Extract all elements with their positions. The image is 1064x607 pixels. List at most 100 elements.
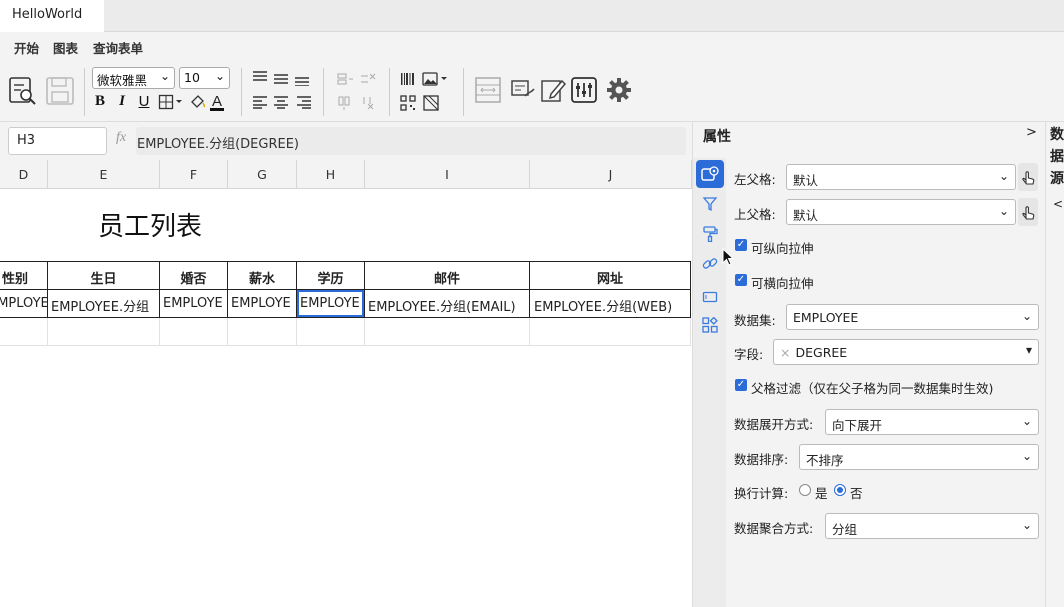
save-icon[interactable] [45,75,75,107]
column-header-i[interactable]: I [365,160,530,189]
tab-helloworld[interactable]: HelloWorld [0,0,104,32]
delete-row-icon[interactable] [359,71,377,87]
image-icon[interactable] [422,71,450,87]
header-cell-gender[interactable]: 性别 [0,262,47,287]
left-parent-label: 左父格: [734,172,776,187]
align-left-icon[interactable] [252,95,268,109]
gear-icon[interactable] [604,75,634,105]
data-cell-birthday[interactable]: EMPLOYEE.分组 [48,290,159,315]
horizontal-stretch-checkbox[interactable]: ✓ [735,274,747,286]
column-header-h[interactable]: H [297,160,365,189]
preview-icon[interactable] [8,75,38,107]
edit-icon[interactable] [538,75,568,105]
spreadsheet-grid[interactable]: D E F G H I J 员工列表 性别 生日 婚否 薪水 学历 邮件 网址 … [0,160,692,607]
sort-label: 数据排序: [734,452,789,467]
font-size-select[interactable]: 10 ⌄ [179,67,230,89]
align-middle-icon[interactable] [273,71,289,85]
line-calc-no-radio[interactable] [834,484,846,496]
header-cell-degree[interactable]: 学历 [297,262,364,287]
left-parent-select[interactable]: 默认 ⌄ [786,164,1016,190]
header-cell-email[interactable]: 邮件 [365,262,529,287]
link-icon[interactable] [696,250,724,278]
vertical-stretch-label: 可纵向拉伸 [751,241,814,256]
menu-bar: 开始 图表 查询表单 [0,32,1064,63]
expand-mode-label: 数据展开方式: [734,417,814,432]
cell-reference-input[interactable]: H3 [8,127,107,155]
align-top-icon[interactable] [252,69,268,83]
align-right-icon[interactable] [296,95,312,109]
sort-select[interactable]: 不排序 ⌄ [799,444,1039,470]
header-cell-married[interactable]: 婚否 [160,262,227,287]
aggregate-select[interactable]: 分组 ⌄ [825,513,1039,539]
column-header-g[interactable]: G [228,160,297,189]
expand-icon[interactable] [696,311,724,339]
menu-chart[interactable]: 图表 [53,38,78,57]
menu-query-form[interactable]: 查询表单 [93,38,143,57]
sign-icon[interactable] [508,75,538,105]
datasource-title[interactable]: 数据源 [1050,124,1064,190]
collapse-panel-button[interactable]: > [1026,125,1037,140]
field-label: 字段: [734,347,764,362]
data-cell-gender[interactable]: EMPLOYEE [0,290,47,311]
qrcode-icon[interactable] [399,95,417,111]
left-parent-picker-icon[interactable] [1018,163,1038,191]
font-color-icon[interactable]: A [209,91,225,113]
vertical-stretch-checkbox[interactable]: ✓ [735,239,747,251]
property-side-tabs [693,158,726,607]
expand-mode-select[interactable]: 向下展开 ⌄ [825,409,1039,435]
parent-filter-checkbox[interactable]: ✓ [735,379,747,391]
formula-input[interactable]: EMPLOYEE.分组(DEGREE) [136,127,686,155]
header-cell-salary[interactable]: 薪水 [228,262,296,287]
column-header-f[interactable]: F [160,160,228,189]
aggregate-label: 数据聚合方式: [734,521,814,536]
data-cell-married[interactable]: EMPLOYE [160,290,227,311]
data-cell-email[interactable]: EMPLOYEE.分组(EMAIL) [365,290,529,315]
expand-datasource-button[interactable]: < [1053,197,1063,211]
border-icon[interactable] [158,93,184,111]
format-brush-icon[interactable] [696,220,724,248]
insert-row-icon[interactable] [336,71,354,87]
align-center-icon[interactable] [273,95,289,109]
report-designer: HelloWorld 开始 图表 查询表单 微软雅黑 ⌄ 10 ⌄ B I U A [0,0,1064,607]
merge-icon[interactable] [473,75,503,105]
filter-icon[interactable] [696,190,724,218]
font-family-select[interactable]: 微软雅黑 ⌄ [92,67,175,89]
header-cell-birthday[interactable]: 生日 [48,262,159,287]
underline-icon[interactable]: U [136,93,152,110]
menu-start[interactable]: 开始 [12,38,41,63]
report-title[interactable]: 员工列表 [98,206,202,243]
align-bottom-icon[interactable] [294,73,310,87]
column-header-e[interactable]: E [48,160,160,189]
horizontal-stretch-label: 可横向拉伸 [751,276,814,291]
data-cell-salary[interactable]: EMPLOYE [228,290,296,311]
mouse-cursor-icon [722,247,735,270]
top-parent-select[interactable]: 默认 ⌄ [786,199,1016,225]
field-select[interactable]: × DEGREE ▾ [773,339,1039,365]
cell-property-icon[interactable] [696,160,724,188]
barcode-icon[interactable] [399,71,417,87]
widget-icon[interactable] [696,283,724,311]
remove-field-icon[interactable]: × [780,345,790,360]
fx-icon: fx [116,130,127,145]
data-cell-web[interactable]: EMPLOYEE.分组(WEB) [530,290,690,315]
bold-icon[interactable]: B [92,93,108,110]
insert-col-icon[interactable] [336,95,354,111]
top-parent-picker-icon[interactable] [1018,198,1038,226]
dataset-select[interactable]: EMPLOYEE ⌄ [786,304,1039,330]
formula-bar: H3 fx EMPLOYEE.分组(DEGREE) [0,122,692,160]
column-header-d[interactable]: D [0,160,48,189]
header-cell-web[interactable]: 网址 [530,262,690,287]
line-calc-yes-radio[interactable] [799,484,811,496]
top-parent-label: 上父格: [734,207,776,222]
dataset-label: 数据集: [734,313,776,328]
column-header-j[interactable]: J [530,160,692,189]
delete-col-icon[interactable] [359,95,377,111]
selected-cell-outline [297,290,364,317]
datasource-panel: 数据源 < [1045,122,1064,607]
sliders-icon[interactable] [569,75,599,105]
fill-color-icon[interactable] [189,93,207,111]
parent-filter-label: 父格过滤（仅在父子格为同一数据集时生效) [751,381,994,396]
italic-icon[interactable]: I [114,93,130,110]
slash-icon[interactable] [422,95,440,111]
toolbar: 微软雅黑 ⌄ 10 ⌄ B I U A [0,60,1064,122]
